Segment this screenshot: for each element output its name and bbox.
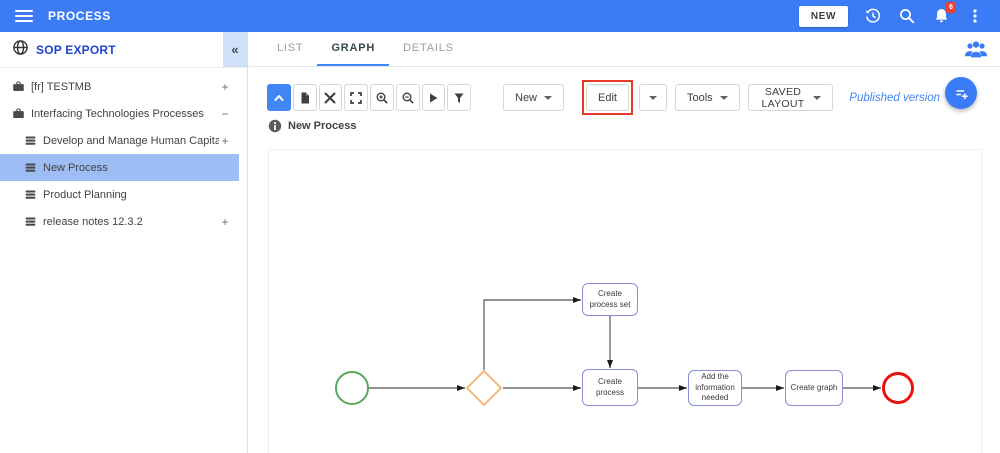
tree-item-label: Product Planning bbox=[43, 188, 127, 201]
tools-dropdown-button[interactable]: Tools bbox=[674, 84, 740, 111]
kebab-menu-icon[interactable] bbox=[966, 7, 984, 25]
briefcase-icon bbox=[13, 108, 24, 118]
topbar-actions: NEW 6 bbox=[798, 2, 1000, 27]
process-icon bbox=[25, 136, 36, 145]
edit-highlight-box: Edit bbox=[582, 80, 633, 115]
info-icon bbox=[268, 119, 282, 133]
zoom-out-button[interactable] bbox=[395, 84, 420, 111]
tree-item-new-process[interactable]: New Process bbox=[0, 154, 239, 181]
caret-down-icon bbox=[719, 95, 728, 100]
task-node-create-process-set[interactable]: Create process set bbox=[582, 283, 638, 316]
process-icon bbox=[25, 217, 36, 226]
caret-down-icon bbox=[544, 95, 553, 100]
graph-toolbar: New Edit Tools SAVED LAYOUT Published ve… bbox=[267, 80, 941, 115]
tree-item-develop-human-capital[interactable]: Develop and Manage Human Capital + bbox=[0, 127, 239, 154]
app-window: PROCESS NEW 6 SOP EXPORT « [fr] TESTMB +… bbox=[0, 0, 1000, 453]
flow-add-icon bbox=[955, 89, 968, 99]
saved-layout-dropdown-button[interactable]: SAVED LAYOUT bbox=[747, 84, 834, 111]
tab-bar: LIST GRAPH DETAILS bbox=[249, 32, 1000, 67]
filter-funnel-icon bbox=[454, 93, 464, 103]
document-icon bbox=[301, 92, 309, 103]
history-icon[interactable] bbox=[864, 7, 882, 25]
new-dropdown-button[interactable]: New bbox=[503, 84, 565, 111]
top-bar: PROCESS NEW 6 bbox=[0, 0, 1000, 32]
tools-dropdown-label: Tools bbox=[686, 91, 713, 104]
edit-button-label: Edit bbox=[598, 91, 617, 104]
main-content: LIST GRAPH DETAILS New Edit Tools SAVED … bbox=[249, 32, 1000, 453]
caret-down-icon bbox=[813, 95, 822, 100]
process-info-row: New Process bbox=[268, 118, 356, 134]
start-event-node[interactable] bbox=[335, 371, 369, 405]
caret-down-icon bbox=[648, 95, 657, 100]
app-title: PROCESS bbox=[48, 9, 111, 23]
sidebar-header: SOP EXPORT « bbox=[0, 32, 247, 68]
tree-item-label: Interfacing Technologies Processes bbox=[31, 107, 204, 120]
process-icon bbox=[25, 190, 36, 199]
tree-item-product-planning[interactable]: Product Planning bbox=[0, 181, 239, 208]
tab-graph[interactable]: GRAPH bbox=[317, 32, 390, 66]
export-image-button[interactable] bbox=[292, 84, 317, 111]
version-status-label: Published version bbox=[849, 91, 941, 104]
sidebar: SOP EXPORT « [fr] TESTMB + Interfacing T… bbox=[0, 32, 248, 453]
zoom-in-icon bbox=[376, 92, 388, 104]
collapse-minus-icon[interactable]: − bbox=[219, 107, 231, 121]
expand-icon[interactable]: + bbox=[219, 215, 231, 229]
process-icon bbox=[25, 163, 36, 172]
fullscreen-button[interactable] bbox=[344, 84, 368, 111]
globe-icon bbox=[12, 39, 29, 61]
new-button[interactable]: NEW bbox=[798, 5, 848, 27]
tree-item-fr-testmb[interactable]: [fr] TESTMB + bbox=[0, 73, 239, 100]
edit-options-dropdown-button[interactable] bbox=[638, 84, 667, 111]
tree-item-label: release notes 12.3.2 bbox=[43, 215, 143, 228]
fullscreen-brackets-icon bbox=[350, 91, 362, 104]
notifications-bell-icon[interactable]: 6 bbox=[932, 2, 956, 25]
edit-button[interactable]: Edit bbox=[586, 84, 629, 111]
new-dropdown-label: New bbox=[515, 91, 538, 104]
library-title: SOP EXPORT bbox=[36, 42, 116, 57]
process-tree: [fr] TESTMB + Interfacing Technologies P… bbox=[0, 68, 247, 235]
zoom-out-icon bbox=[402, 92, 414, 104]
notification-count-badge: 6 bbox=[946, 2, 956, 13]
members-button[interactable] bbox=[960, 36, 992, 63]
end-event-node[interactable] bbox=[882, 372, 914, 404]
task-node-create-graph[interactable]: Create graph bbox=[785, 370, 843, 406]
tab-details[interactable]: DETAILS bbox=[389, 32, 468, 66]
chevron-up-icon bbox=[274, 94, 284, 101]
tree-item-interfacing-processes[interactable]: Interfacing Technologies Processes − bbox=[0, 100, 239, 127]
filter-button[interactable] bbox=[447, 84, 471, 111]
collapse-toolbar-button[interactable] bbox=[267, 84, 291, 111]
play-icon bbox=[430, 93, 438, 102]
expand-icon[interactable]: + bbox=[219, 80, 231, 94]
expand-icon[interactable]: + bbox=[219, 134, 231, 148]
simulate-button[interactable] bbox=[421, 84, 446, 111]
tree-item-label: [fr] TESTMB bbox=[31, 80, 92, 93]
sidebar-collapse-button[interactable]: « bbox=[223, 32, 247, 67]
task-node-add-information[interactable]: Add the information needed bbox=[688, 370, 742, 406]
collapse-arrows-icon bbox=[324, 92, 336, 103]
tab-list[interactable]: LIST bbox=[263, 32, 317, 66]
tree-item-label: New Process bbox=[43, 161, 108, 174]
briefcase-icon bbox=[13, 81, 24, 91]
search-icon[interactable] bbox=[898, 7, 916, 25]
tree-item-release-notes[interactable]: release notes 12.3.2 + bbox=[0, 208, 239, 235]
saved-layout-label: SAVED LAYOUT bbox=[761, 85, 805, 110]
people-group-icon bbox=[965, 41, 987, 57]
hamburger-menu-icon[interactable] bbox=[15, 10, 33, 22]
process-title: New Process bbox=[288, 120, 357, 132]
assign-flow-fab-button[interactable] bbox=[945, 77, 977, 109]
zoom-in-button[interactable] bbox=[370, 84, 394, 111]
graph-canvas[interactable]: Create process set Create process Add th… bbox=[268, 149, 982, 453]
task-node-create-process[interactable]: Create process bbox=[582, 369, 638, 406]
fit-to-content-button[interactable] bbox=[318, 84, 343, 111]
tree-item-label: Develop and Manage Human Capital bbox=[43, 134, 220, 147]
